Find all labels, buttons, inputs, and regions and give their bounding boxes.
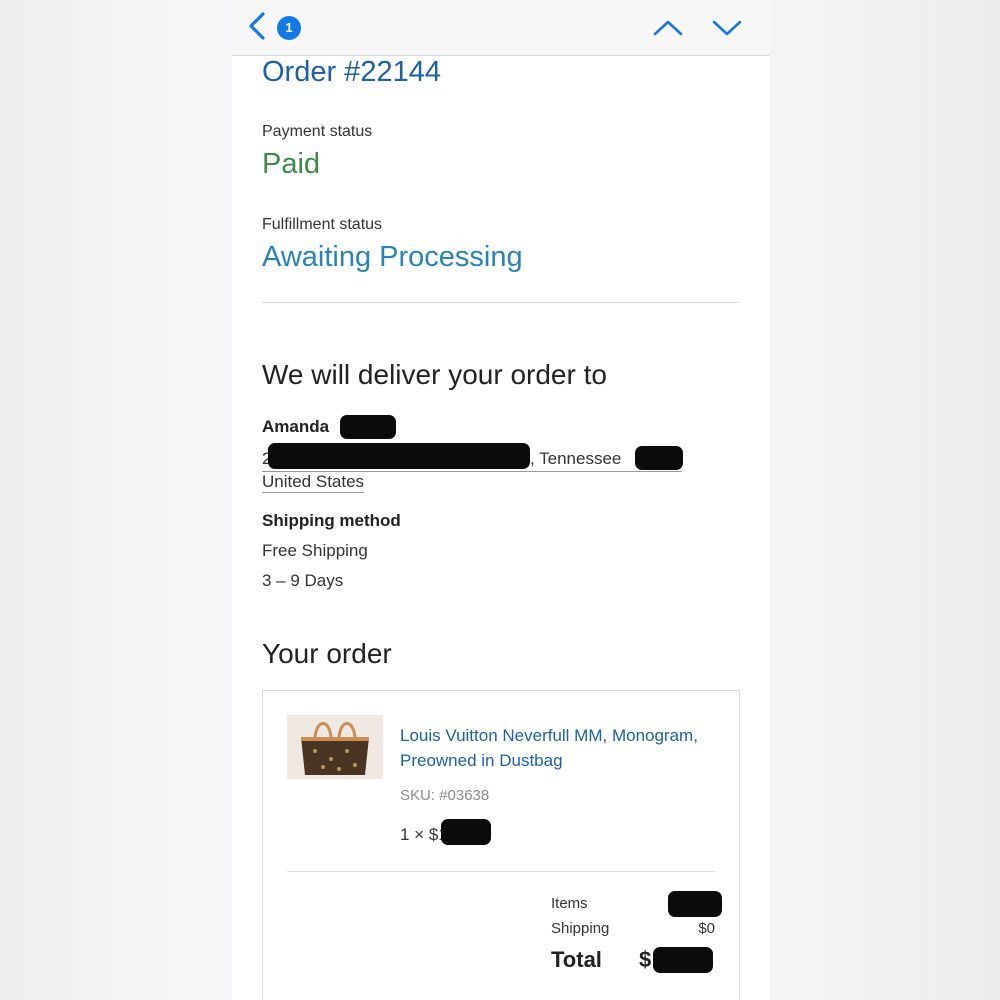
total-value: $ bbox=[639, 947, 652, 972]
payment-status-value: Paid bbox=[262, 148, 321, 180]
section-divider bbox=[262, 302, 740, 303]
redaction-mark bbox=[268, 443, 530, 469]
summary-divider bbox=[287, 871, 715, 872]
address-country[interactable]: United States bbox=[262, 472, 365, 493]
order-summary-card: Louis Vuitton Neverfull MM, Monogram, Pr… bbox=[262, 690, 740, 1000]
redaction-mark bbox=[441, 819, 491, 845]
total-label: Total bbox=[551, 947, 602, 972]
address-state: , Tennessee bbox=[530, 449, 622, 468]
redaction-mark bbox=[653, 947, 713, 973]
redaction-mark bbox=[340, 415, 396, 439]
recipient-name: Amanda bbox=[262, 417, 330, 436]
redaction-mark bbox=[668, 891, 722, 917]
shipping-method-value: Free Shipping bbox=[262, 541, 368, 560]
product-link[interactable]: Louis Vuitton Neverfull MM, Monogram, Pr… bbox=[400, 723, 700, 773]
chevron-down-icon[interactable] bbox=[711, 14, 743, 42]
fulfillment-status-value: Awaiting Processing bbox=[262, 241, 523, 273]
fulfillment-status-label: Fulfillment status bbox=[262, 216, 383, 233]
navigation-bar: 1 bbox=[232, 0, 770, 56]
handbag-image bbox=[287, 715, 383, 779]
delivery-heading: We will deliver your order to bbox=[262, 359, 607, 390]
payment-status-label: Payment status bbox=[262, 123, 373, 140]
order-title: Order #22144 bbox=[262, 56, 441, 88]
shipping-value: $0 bbox=[698, 920, 715, 937]
shipping-method-label: Shipping method bbox=[262, 511, 401, 530]
unread-count-badge: 1 bbox=[277, 16, 301, 40]
redaction-mark bbox=[635, 446, 683, 470]
your-order-heading: Your order bbox=[262, 638, 392, 669]
product-sku: SKU: #03638 bbox=[400, 787, 490, 804]
chevron-left-icon[interactable] bbox=[244, 10, 272, 42]
product-thumbnail[interactable] bbox=[287, 715, 383, 779]
email-view: 1 Order #22144 Payment status Paid Fulfi… bbox=[232, 0, 770, 1000]
items-label: Items bbox=[551, 895, 588, 912]
chevron-up-icon[interactable] bbox=[652, 14, 684, 42]
shipping-time: 3 – 9 Days bbox=[262, 571, 344, 590]
shipping-label: Shipping bbox=[551, 920, 610, 937]
